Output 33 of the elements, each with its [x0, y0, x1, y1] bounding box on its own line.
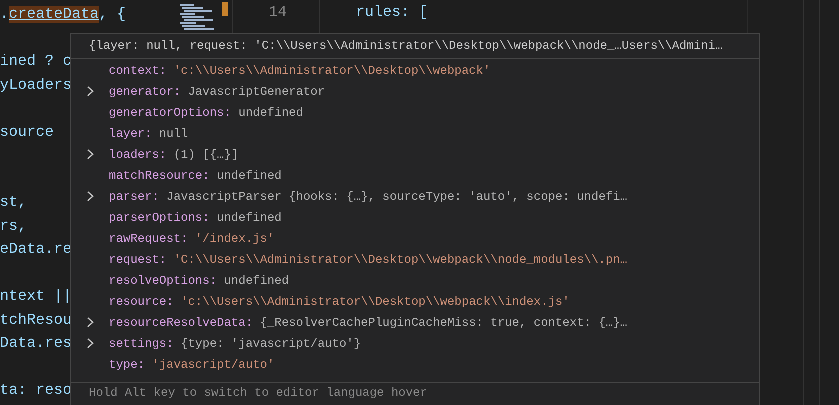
- property-line: loaders: (1) [{…}]: [109, 148, 239, 162]
- property-line: rawRequest: '/index.js': [109, 232, 275, 246]
- code-line: tchResou: [0, 312, 72, 328]
- property-line: resolveOptions: undefined: [109, 274, 290, 288]
- property-line: type: 'javascript/auto': [109, 358, 275, 372]
- chevron-icon[interactable]: [86, 317, 94, 328]
- property-line: request: 'C:\\Users\\Administrator\\Desktop\\webpack\\node_modules\\.pn…: [109, 252, 628, 266]
- chevron-icon[interactable]: [86, 149, 94, 160]
- property-line: generatorOptions: undefined: [109, 106, 304, 120]
- line-number: 14: [268, 3, 287, 23]
- code-line: rs,: [0, 218, 28, 234]
- property-line: context: 'c:\\Users\\Administrator\\Desktop\\webpack': [109, 64, 491, 78]
- code-line: source: [0, 124, 54, 140]
- property-line: settings: {type: 'javascript/auto'}: [109, 336, 362, 350]
- hover-summary: {layer: null, request: 'C:\\Users\\Administrator\\Desktop\\webpack\\node_…Users\\Admini…: [71, 34, 759, 59]
- chevron-icon[interactable]: [86, 86, 94, 97]
- code-line: yLoaders: [0, 76, 72, 94]
- property-line: layer: null: [109, 126, 188, 140]
- scroll-marker: [222, 2, 228, 16]
- code-line: ntext ||: [0, 288, 72, 305]
- code-line: eData.re: [0, 241, 72, 258]
- chevron-icon[interactable]: [86, 191, 94, 202]
- property-line: parser: JavascriptParser {hooks: {…}, sourceType: 'auto', scope: undefi…: [109, 190, 628, 204]
- code-line: rules: [: [356, 3, 428, 23]
- property-line: generator: JavascriptGenerator: [109, 84, 326, 98]
- property-line: resource: 'c:\\Users\\Administrator\\Desktop\\webpack\\index.js': [109, 294, 570, 308]
- property-line: resourceResolveData: {_ResolverCachePluginCacheMiss: true, context: {…}…: [109, 316, 628, 330]
- property-line: matchResource: undefined: [109, 168, 282, 182]
- chevron-icon[interactable]: [86, 338, 94, 349]
- code-line: st,: [0, 194, 28, 211]
- hover-hint: Hold Alt key to switch to editor language hover: [71, 382, 759, 403]
- property-line: parserOptions: undefined: [109, 210, 282, 224]
- code-line: Data.res: [0, 335, 72, 352]
